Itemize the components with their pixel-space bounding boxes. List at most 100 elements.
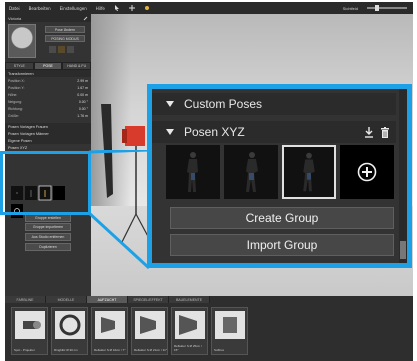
panel-tabs: STYLE POSE HAND & FU [5, 62, 92, 70]
tab-farbline[interactable]: FARBLINE [5, 296, 46, 303]
move-tool-icon[interactable] [128, 5, 135, 11]
pose-thumbnail-selected[interactable] [282, 145, 336, 199]
transform-row[interactable]: Richtung: 0.00 ° [5, 105, 91, 112]
pose-group-header[interactable]: Posen XYZ [152, 121, 396, 143]
row-value[interactable]: 2.99 m [77, 79, 88, 83]
model-name: Victoria [8, 15, 22, 21]
tab-style[interactable]: STYLE [5, 62, 34, 70]
scrollbar-track[interactable] [399, 89, 407, 263]
field-of-view-label: Sichtfeld [342, 5, 358, 11]
library-items: Spot - Projektor Ringblitz Ø 30 cm Refle… [5, 303, 413, 359]
library-item[interactable]: Softbox [211, 307, 248, 355]
light-tool-icon[interactable] [144, 5, 150, 11]
add-pose-button[interactable] [340, 145, 394, 199]
tab-pose[interactable]: POSE [33, 62, 63, 70]
duplicate-button[interactable]: Duplizieren [25, 243, 71, 251]
menu-edit[interactable]: Bearbeiten [29, 6, 51, 11]
field-of-view-slider[interactable] [367, 5, 407, 11]
row-value[interactable]: 0.00 ° [79, 100, 88, 104]
row-value[interactable]: 0.00 m [77, 93, 88, 97]
zoom-callout-content: Custom Poses Posen XYZ Create Group Impo… [152, 89, 407, 263]
library-item-label: Reflektor S Ø 25cm / 15° [174, 344, 202, 352]
download-icon[interactable] [364, 126, 374, 138]
app-window: Datei Bearbeiten Einstellungen Hilfe Sic… [0, 0, 417, 361]
pose-figure-icon [246, 152, 258, 192]
highlight-source-box [0, 151, 91, 215]
pose-toolbar-icons[interactable] [49, 46, 79, 53]
create-group-button-small[interactable]: Gruppe erstellen [25, 214, 71, 222]
pose-presets-women[interactable]: Posen Vorlagen Frauen [5, 123, 91, 130]
transform-row[interactable]: Größe: 1.76 m [5, 112, 91, 119]
portrait-area: Pose Ändern POSING MODUS [5, 22, 91, 60]
row-label: Größe: [8, 113, 19, 118]
pose-presets-men[interactable]: Posen Vorlagen Männer [5, 130, 91, 137]
custom-poses-title: Custom Poses [184, 97, 263, 111]
panel-title-bar: Victoria [5, 14, 91, 22]
custom-poses-header[interactable]: Custom Poses [152, 93, 396, 115]
pose-group-title: Posen XYZ [184, 125, 245, 139]
pose-group-row[interactable]: Posen XYZ [5, 144, 91, 151]
library-item-label: Ringblitz Ø 30 cm [54, 348, 78, 352]
row-label: Position X: [8, 78, 25, 83]
tab-bauelemente[interactable]: BAUELEMENTE [169, 296, 210, 303]
expand-triangle-icon [166, 101, 174, 107]
ring-flash-icon [55, 311, 85, 339]
library-item[interactable]: Ringblitz Ø 30 cm [51, 307, 88, 355]
row-label: Position Y: [8, 85, 25, 90]
menu-help[interactable]: Hilfe [96, 6, 105, 11]
bottom-library-bar: FARBLINE MODELLE AUFZUCHT SPIEGEL/EFFEKT… [5, 296, 413, 361]
transform-section-header[interactable]: Transformieren [5, 70, 91, 77]
row-value[interactable]: 0.00 ° [79, 107, 88, 111]
zoom-callout: Custom Poses Posen XYZ Create Group Impo… [147, 84, 412, 268]
reflector-icon [135, 311, 165, 339]
row-value[interactable]: 1.76 m [77, 114, 88, 118]
transform-row[interactable]: Position Y: 1.67 m [5, 84, 91, 91]
tab-hand-foot[interactable]: HAND & FU [62, 62, 92, 70]
change-pose-button[interactable]: Pose Ändern [45, 26, 85, 33]
posing-mode-button[interactable]: POSING MODUS [45, 35, 85, 42]
scrollbar-thumb[interactable] [400, 241, 406, 259]
tab-spiegel-effekt[interactable]: SPIEGEL/EFFEKT [128, 296, 169, 303]
library-item-label: Reflektor S Ø 16cm / 7° [94, 348, 126, 352]
trash-icon[interactable] [380, 126, 390, 138]
transform-row[interactable]: Höhe: 0.00 m [5, 91, 91, 98]
menu-settings[interactable]: Einstellungen [60, 6, 87, 11]
pose-figure-icon [187, 152, 198, 192]
library-item[interactable]: Reflektor S Ø 21cm / 11° [131, 307, 168, 355]
library-item-label: Reflektor S Ø 21cm / 11° [134, 348, 167, 352]
row-value[interactable]: 1.67 m [77, 86, 88, 90]
pose-thumbnail[interactable] [224, 145, 278, 199]
import-group-button[interactable]: Import Group [170, 234, 394, 256]
transform-row[interactable]: Neigung: 0.00 ° [5, 98, 91, 105]
tab-modelle[interactable]: MODELLE [46, 296, 87, 303]
remove-from-studio-button[interactable]: Aus Studio entfernen [25, 233, 71, 241]
menubar: Datei Bearbeiten Einstellungen Hilfe Sic… [5, 2, 413, 14]
row-label: Richtung: [8, 106, 23, 111]
library-item[interactable]: Spot - Projektor [11, 307, 48, 355]
create-group-button[interactable]: Create Group [170, 207, 394, 229]
library-item[interactable]: Reflektor S Ø 25cm / 15° [171, 307, 208, 355]
plus-circle-icon [357, 162, 377, 182]
reflector-icon [175, 311, 205, 339]
menu-file[interactable]: Datei [9, 6, 20, 11]
softbox-icon [215, 311, 245, 339]
library-item[interactable]: Reflektor S Ø 16cm / 7° [91, 307, 128, 355]
pose-thumbnail-row [166, 145, 394, 199]
transform-row[interactable]: Position X: 2.99 m [5, 77, 91, 84]
custom-poses-row[interactable]: Eigene Posen [5, 137, 91, 144]
library-tabs: FARBLINE MODELLE AUFZUCHT SPIEGEL/EFFEKT… [5, 296, 413, 303]
cursor-tool-icon[interactable] [114, 5, 120, 11]
library-item-label: Softbox [214, 348, 225, 352]
row-label: Höhe: [8, 92, 18, 97]
reflector-icon [95, 311, 125, 339]
model-portrait[interactable] [8, 24, 36, 58]
pin-icon[interactable] [83, 16, 88, 21]
library-item-label: Spot - Projektor [14, 348, 35, 352]
pose-figure-icon [303, 152, 315, 192]
group-actions [364, 121, 390, 143]
pose-thumbnail[interactable] [166, 145, 220, 199]
tab-aufzucht[interactable]: AUFZUCHT [87, 296, 128, 303]
row-label: Neigung: [8, 99, 23, 104]
spot-projector-icon [15, 311, 45, 339]
import-group-button-small[interactable]: Gruppe importieren [25, 223, 71, 231]
